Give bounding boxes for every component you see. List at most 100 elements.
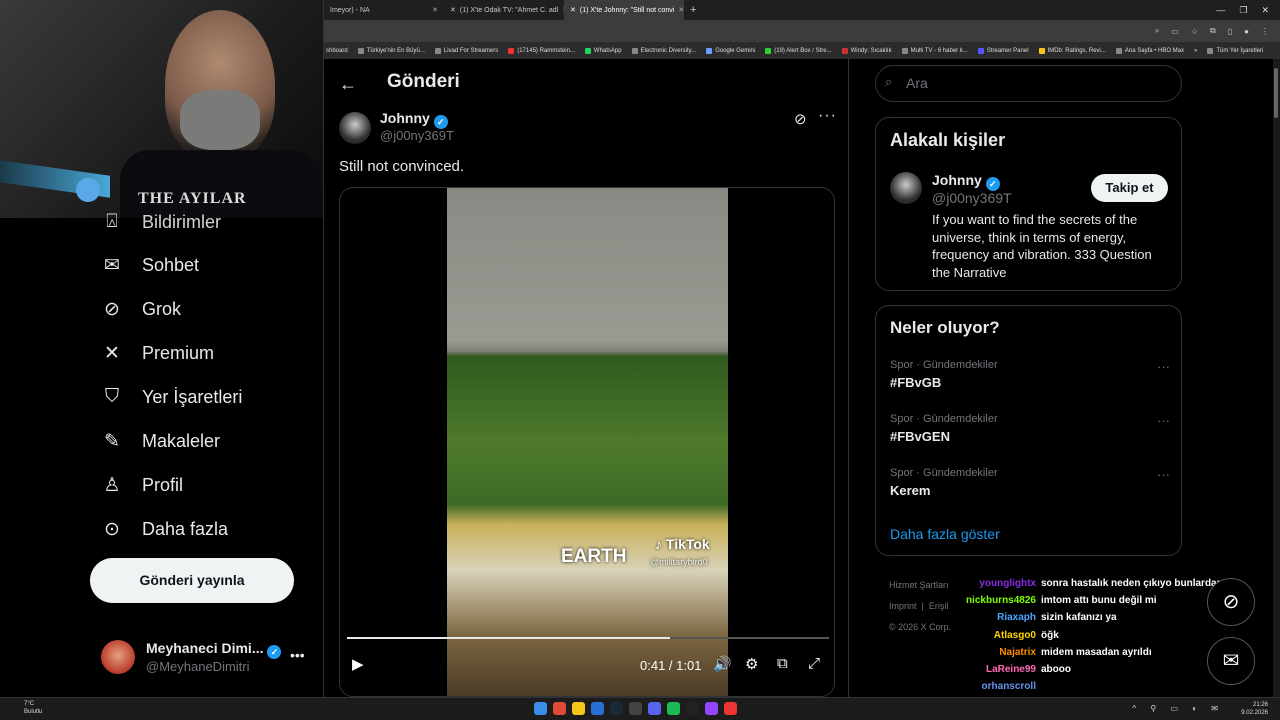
bookmarks-overflow[interactable]: » (1194, 48, 1197, 54)
chat-username[interactable]: younglightx (905, 575, 1036, 592)
steam-icon[interactable] (610, 702, 623, 715)
back-arrow-icon[interactable]: ← (339, 74, 357, 95)
bookmark-item[interactable]: Ana Sayfa • HBO Max (1115, 47, 1184, 54)
scrollbar-thumb[interactable] (1274, 68, 1278, 118)
close-icon[interactable]: ✕ (432, 6, 438, 14)
video-player[interactable]: EARTH ♪ TikTok @militarybird0 ▶ 0:41 / 1… (339, 187, 835, 697)
browser-tab[interactable]: Imeyor) - NA ✕ (324, 0, 444, 20)
chat-username[interactable]: nickburns4826 (905, 592, 1036, 609)
browser-tab[interactable]: ✕(1) X'te Odak TV: "Ahmet C. adl✕ (444, 0, 564, 20)
bookmark-item[interactable]: Türkiye'nin En Büyü... (357, 47, 425, 54)
bookmark-item[interactable]: Multi TV - 6 haber k... (901, 47, 968, 54)
nav-more[interactable]: ⊙ Daha fazla (101, 518, 228, 541)
nav-articles[interactable]: ✎ Makaleler (101, 430, 220, 453)
minimize-icon[interactable]: — (1216, 5, 1225, 15)
star-icon[interactable]: ☆ (1191, 27, 1198, 36)
account-avatar[interactable] (101, 640, 135, 674)
discord-icon[interactable] (648, 702, 661, 715)
trend-category: Spor · Gündemdekiler (890, 413, 998, 425)
spotify-icon[interactable] (667, 702, 680, 715)
app-icon[interactable] (629, 702, 642, 715)
bookmark-item[interactable]: WhatsApp (584, 47, 622, 54)
cast-icon[interactable]: ▭ (1171, 27, 1179, 36)
bookmark-item[interactable]: Windy: Sıcaklık (841, 47, 892, 54)
menu-icon[interactable]: ⋮ (1261, 27, 1269, 36)
bookmark-item[interactable]: Streamer Panel (977, 47, 1029, 54)
author-avatar[interactable] (339, 112, 371, 144)
maximize-icon[interactable]: ❐ (1239, 5, 1247, 16)
browser-tab-active[interactable]: ✕ (1) X'te Johnny: "Still not convi ✕ (564, 0, 684, 20)
chat-username[interactable]: Riaxaph (905, 609, 1036, 626)
extensions-icon[interactable]: ⧉ (1210, 26, 1216, 36)
new-tab-button[interactable]: + (684, 0, 704, 20)
related-bio: If you want to find the secrets of the u… (932, 212, 1152, 280)
grok-floating-button[interactable]: ⊘ (1207, 578, 1255, 626)
search-input[interactable]: Ara (875, 65, 1182, 102)
author-handle[interactable]: @j00ny369T (380, 128, 454, 143)
show-more-link[interactable]: Daha fazla göster (890, 526, 1000, 542)
trend-item[interactable]: Spor · Gündemdekiler Kerem ··· (890, 467, 1170, 498)
fullscreen-icon[interactable]: ⤢ (808, 655, 820, 672)
all-bookmarks[interactable]: Tüm Yer İşaretleri (1207, 47, 1263, 54)
video-progress-bar[interactable] (347, 637, 829, 639)
more-options-icon[interactable]: ··· (1157, 467, 1170, 482)
chat-username[interactable]: Najatrix (905, 644, 1036, 661)
nav-grok[interactable]: ⊘ Grok (101, 298, 181, 321)
bookmark-item[interactable]: Livad For Streamers (434, 47, 498, 54)
play-icon[interactable]: ▶ (352, 655, 364, 673)
file-explorer-icon[interactable] (572, 702, 585, 715)
scrollbar[interactable] (1273, 59, 1280, 697)
related-handle[interactable]: @j00ny369T (932, 190, 1012, 206)
clock[interactable]: 21:26 9.02.2026 (1241, 701, 1268, 717)
imdb-icon (1038, 47, 1045, 54)
epic-games-icon[interactable] (686, 702, 699, 715)
app-icon[interactable] (705, 702, 718, 715)
nav-profile[interactable]: ♙ Profil (101, 474, 183, 497)
windows-start-icon[interactable] (534, 702, 547, 715)
related-avatar[interactable] (890, 172, 922, 204)
more-options-icon[interactable]: ··· (1157, 413, 1170, 428)
zoom-icon[interactable]: ⌕ (1155, 26, 1159, 36)
trend-item[interactable]: Spor · Gündemdekiler #FBvGB ··· (890, 359, 1170, 390)
author-name[interactable]: Johnny ✓ (380, 110, 448, 129)
more-options-icon[interactable]: ··· (1157, 359, 1170, 374)
trend-item[interactable]: Spor · Gündemdekiler #FBvGEN ··· (890, 413, 1170, 444)
more-options-icon[interactable]: ··· (818, 107, 837, 125)
bookmark-item[interactable]: shboard (326, 48, 348, 54)
volume-icon[interactable]: 🔊 (713, 655, 732, 673)
nav-notifications[interactable]: ⍓ Bildirimler (101, 211, 221, 233)
sidebar-toggle-icon[interactable]: ▯ (1228, 27, 1232, 36)
chat-username[interactable]: Atlasgo0 (905, 627, 1036, 644)
video-frame[interactable]: EARTH ♪ TikTok @militarybird0 (447, 188, 728, 696)
settings-gear-icon[interactable]: ⚙ (745, 655, 758, 673)
follow-button[interactable]: Takip et (1091, 174, 1168, 202)
bookmark-item[interactable]: (19) Alert Box / Stre... (765, 47, 832, 54)
nav-premium[interactable]: ✕ Premium (101, 342, 214, 365)
account-menu-icon[interactable]: ••• (290, 647, 305, 663)
grok-icon[interactable]: ⊘ (794, 110, 807, 128)
chat-username[interactable]: orhanscroll (905, 678, 1036, 695)
messages-floating-button[interactable]: ✉ (1207, 637, 1255, 685)
post-button[interactable]: Gönderi yayınla (90, 558, 294, 603)
bookmark-item[interactable]: Google Gemini (706, 47, 755, 54)
weather-widget[interactable]: 7°C Bulutlu (24, 700, 42, 716)
pip-icon[interactable]: ⧉ (777, 655, 788, 672)
bookmark-item[interactable]: Electronic Diversity... (631, 47, 696, 54)
chrome-icon[interactable] (553, 702, 566, 715)
close-window-icon[interactable]: ✕ (1261, 5, 1269, 16)
related-name[interactable]: Johnny ✓ (932, 172, 1000, 191)
profile-icon[interactable]: ● (1244, 27, 1249, 36)
favicon-icon (977, 47, 984, 54)
account-name[interactable]: Meyhaneci Dimi... ✓ (146, 640, 282, 659)
chat-text: öğk (1041, 629, 1059, 641)
nav-chat[interactable]: ✉ Sohbet (101, 254, 199, 277)
favicon-icon (357, 47, 364, 54)
bookmark-item[interactable]: (17145) Rammstein... (508, 47, 575, 54)
app-icon[interactable] (591, 702, 604, 715)
tab-label: (1) X'te Johnny: "Still not convi (579, 6, 675, 14)
bookmark-item[interactable]: IMDb: Ratings, Revi... (1038, 47, 1106, 54)
chat-username[interactable]: LaReine99 (905, 661, 1036, 678)
system-tray[interactable]: ^ ⚲ ▭ ◐ ✉ (1132, 704, 1224, 713)
nav-bookmarks[interactable]: ⛉ Yer İşaretleri (101, 386, 243, 408)
app-icon[interactable] (724, 702, 737, 715)
